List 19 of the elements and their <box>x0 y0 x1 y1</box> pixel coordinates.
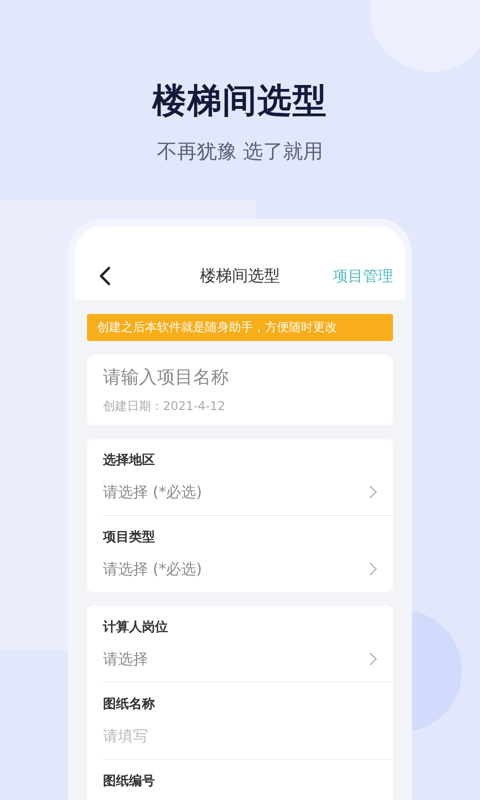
chevron-icon <box>369 652 377 666</box>
field-label: 计算人岗位 <box>103 619 169 636</box>
select-field[interactable]: 请选择 (*必选) <box>103 546 393 592</box>
project-manage-link[interactable]: 项目管理 <box>333 266 393 286</box>
chevron-icon <box>369 485 377 499</box>
field-label: 选择地区 <box>103 452 156 469</box>
field-label: 图纸编号 <box>103 772 156 790</box>
screen-title: 楼梯间选型 <box>200 266 280 286</box>
notice-banner: 创建之后本软件就是随身助手，方便随时更改 <box>87 314 393 341</box>
select-field[interactable]: 请选择 <box>103 636 393 682</box>
chevron-icon <box>369 562 377 576</box>
subtitle: 不再犹豫 选了就用 <box>156 138 324 165</box>
field-label: 图纸名称 <box>103 696 156 713</box>
creation-date: 创建日期：2021-4-12 <box>103 398 226 415</box>
select-field[interactable]: 请选择 (*必选) <box>103 469 393 515</box>
back-icon[interactable] <box>99 266 111 286</box>
project-card[interactable]: 请输入项目名称 创建日期：2021-4-12 <box>87 355 393 425</box>
headline: 楼梯间选型 <box>152 80 328 123</box>
field-label: 项目类型 <box>103 529 156 546</box>
